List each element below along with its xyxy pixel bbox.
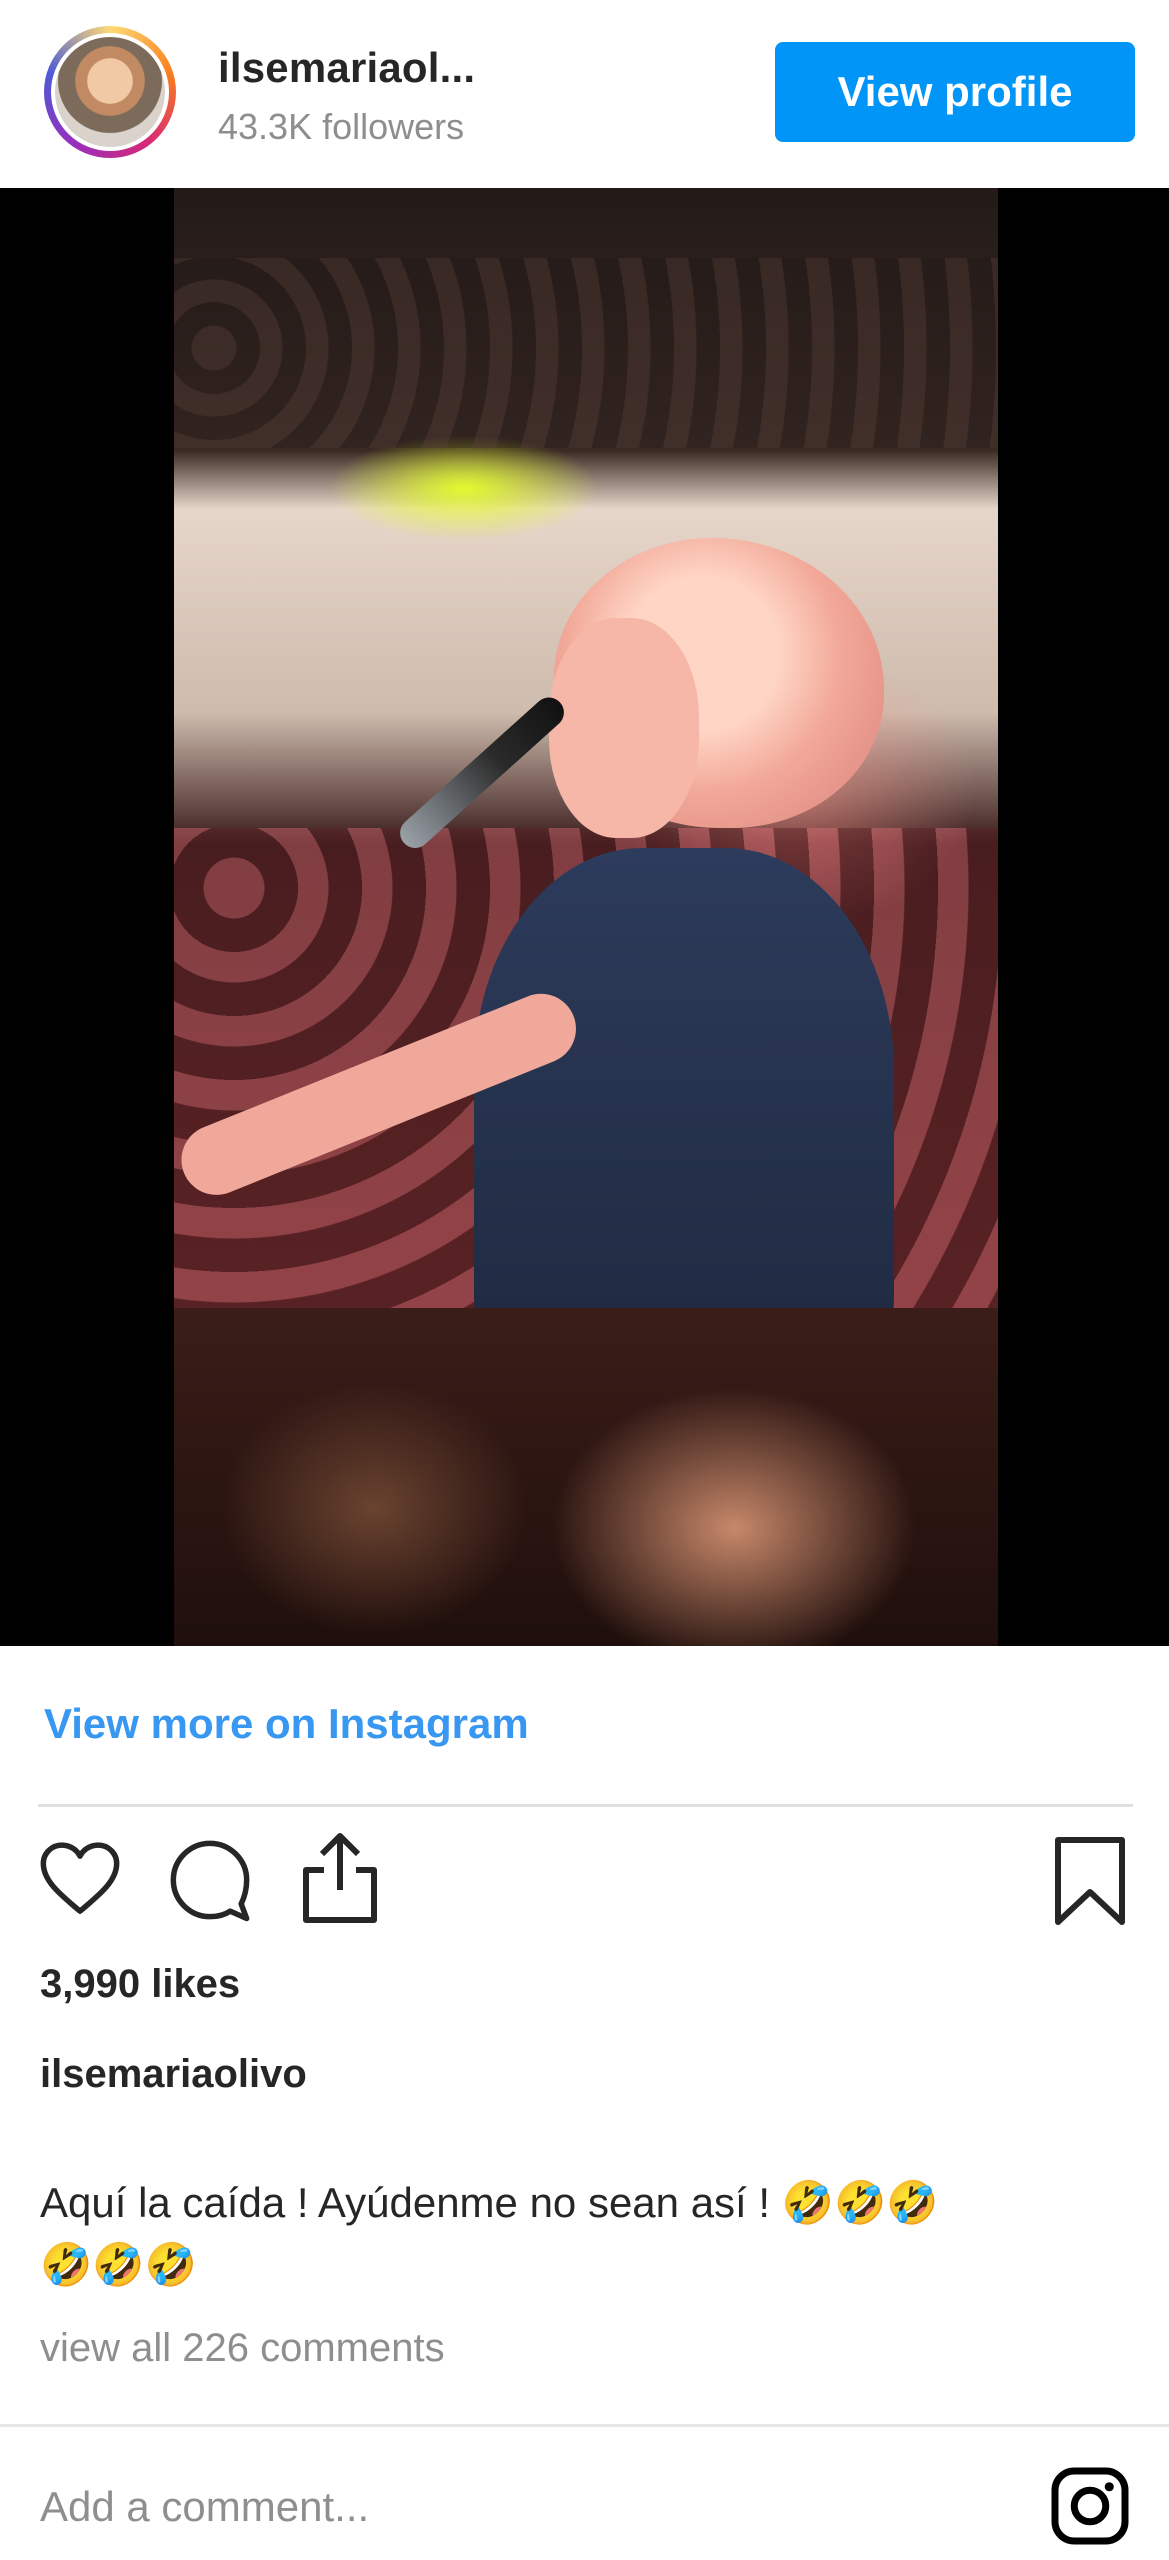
video-frame[interactable] xyxy=(174,188,998,1646)
caption-text: Aquí la caída ! Ayúdenme no sean así ! 🤣… xyxy=(40,2172,1130,2296)
caption-line: Aquí la caída ! Ayúdenme no sean así ! 🤣… xyxy=(40,2179,939,2226)
follower-count: 43.3K followers xyxy=(218,106,465,147)
instagram-embed: ilsemariaol... 43.3K followers View prof… xyxy=(0,0,1169,2560)
share-icon[interactable] xyxy=(296,1830,384,1926)
instagram-icon[interactable] xyxy=(1048,2464,1132,2548)
username[interactable]: ilsemariaol... xyxy=(218,44,475,92)
caption-emojis: 🤣🤣🤣 xyxy=(40,2241,197,2288)
view-profile-button[interactable]: View profile xyxy=(775,42,1135,142)
post-header: ilsemariaol... 43.3K followers View prof… xyxy=(0,0,1169,188)
post-media[interactable] xyxy=(0,188,1169,1646)
comment-icon[interactable] xyxy=(166,1836,254,1924)
bookmark-icon[interactable] xyxy=(1052,1836,1128,1926)
avatar[interactable] xyxy=(44,26,176,158)
view-all-comments-link[interactable]: view all 226 comments xyxy=(40,2326,445,2371)
view-more-link[interactable]: View more on Instagram xyxy=(44,1700,529,1748)
performer-face xyxy=(549,618,699,838)
foreground-audience xyxy=(174,1308,998,1646)
comment-input[interactable] xyxy=(40,2472,1000,2542)
divider xyxy=(38,1804,1133,1807)
like-count[interactable]: 3,990 likes xyxy=(40,1962,240,2007)
profile-photo xyxy=(51,33,169,151)
background-crowd xyxy=(174,258,998,448)
heart-icon[interactable] xyxy=(36,1836,124,1924)
divider xyxy=(0,2424,1169,2427)
caption-username[interactable]: ilsemariaolivo xyxy=(40,2052,307,2097)
